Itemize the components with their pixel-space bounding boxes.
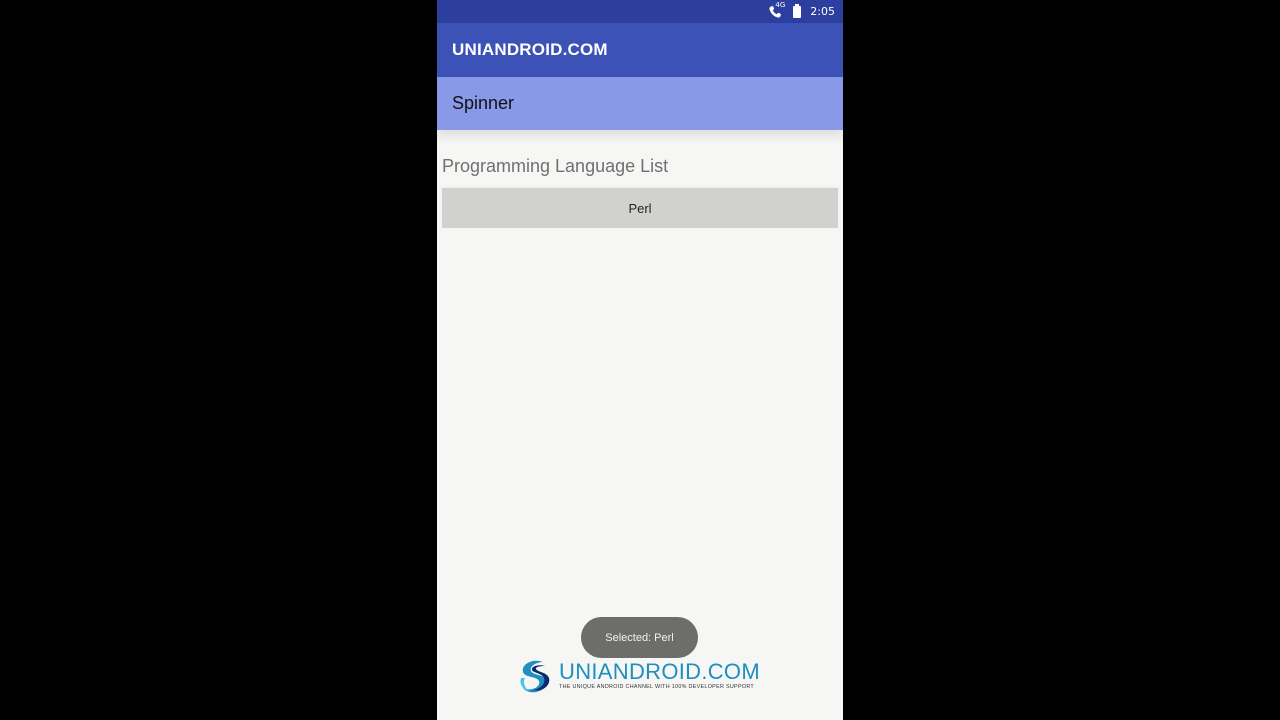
watermark-logo: UNIANDROID.COM THE UNIQUE ANDROID CHANNE…	[515, 655, 765, 697]
status-time: 2:05	[810, 5, 835, 18]
watermark-tagline: THE UNIQUE ANDROID CHANNEL WITH 100% DEV…	[559, 684, 755, 690]
screen-title: Spinner	[452, 93, 515, 113]
toast-message: Selected: Perl	[581, 617, 698, 658]
watermark-title: UNIANDROID.COM	[559, 659, 760, 684]
toast-text: Selected: Perl	[605, 631, 674, 644]
battery-icon	[793, 3, 802, 18]
spinner-label: Programming Language List	[442, 156, 669, 176]
app-bar: UNIANDROID.COM	[437, 23, 843, 77]
phone-signal-icon: 4G	[768, 0, 786, 19]
uniandroid-logo-icon	[520, 660, 550, 693]
language-spinner[interactable]: Perl	[442, 188, 838, 228]
spinner-selected-value: Perl	[628, 200, 652, 216]
phone-screen: 4G 2:05 UNIANDROID.COM Spinner Programmi…	[437, 0, 843, 720]
app-title: UNIANDROID.COM	[452, 40, 608, 59]
network-type-label: 4G	[775, 0, 786, 9]
status-bar: 4G 2:05	[437, 0, 843, 23]
sub-toolbar: Spinner	[437, 77, 843, 130]
